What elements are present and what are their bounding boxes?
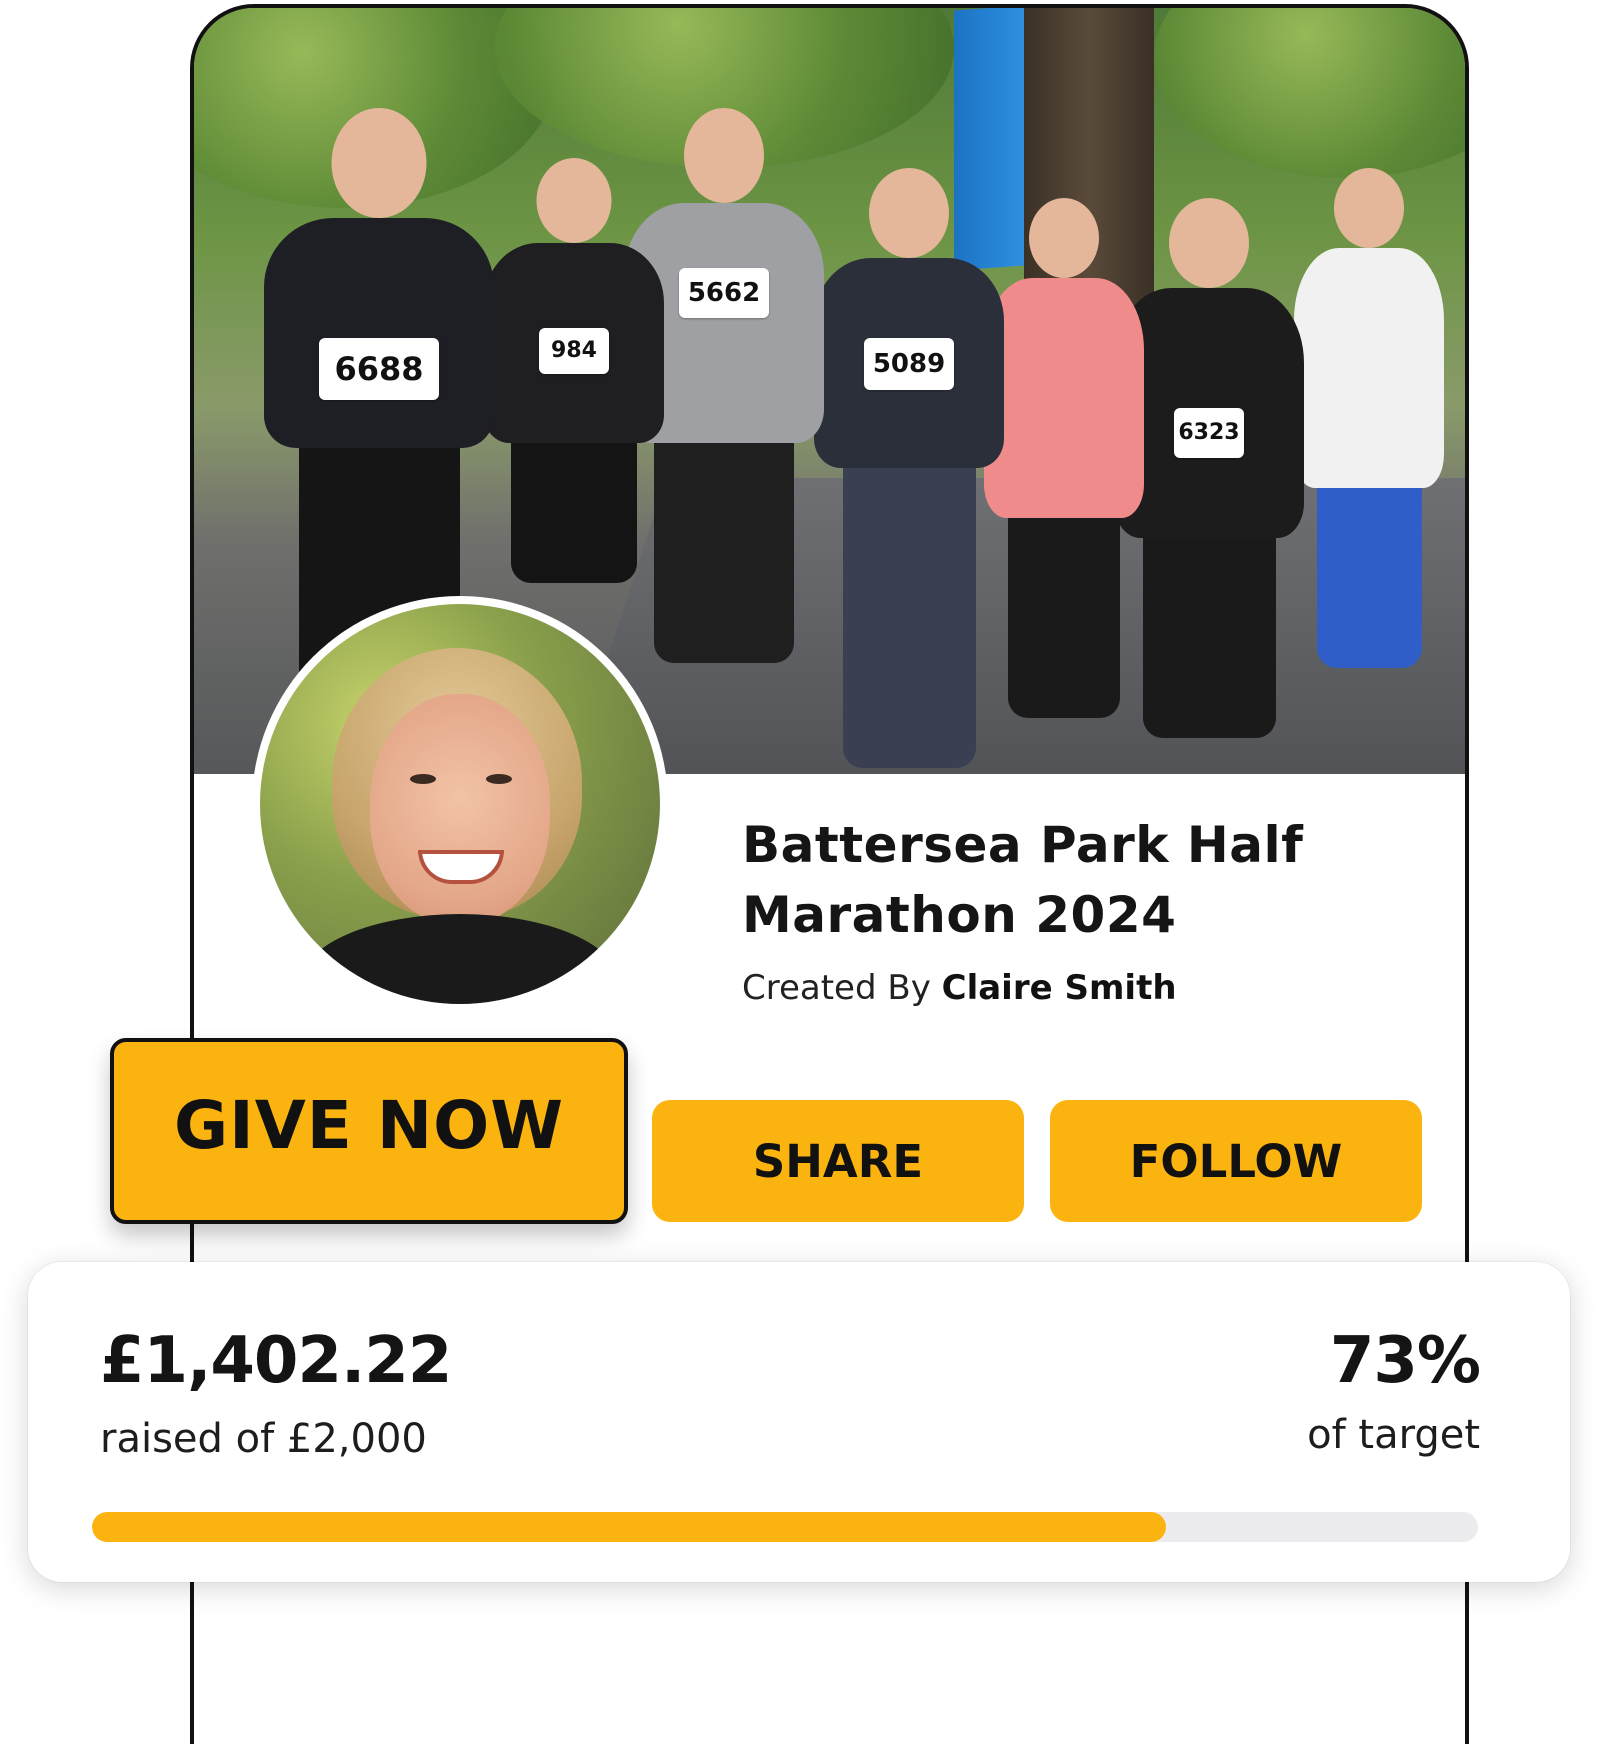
race-bib: 6688	[319, 338, 439, 400]
race-bib: 5089	[864, 338, 954, 390]
race-bib: 984	[539, 328, 609, 374]
fundraising-progress-card: £1,402.22 raised of £2,000 73% of target	[28, 1262, 1570, 1582]
campaign-title: Battersea Park Half Marathon 2024	[742, 816, 1304, 944]
share-button[interactable]: SHARE	[652, 1100, 1024, 1222]
percent-of-target: 73%	[1329, 1324, 1481, 1398]
give-now-button[interactable]: GIVE NOW	[110, 1038, 628, 1224]
created-by-label: Created By	[742, 968, 931, 1008]
race-bib: 6323	[1174, 408, 1244, 458]
tree-foliage	[1154, 8, 1465, 178]
runner	[984, 198, 1144, 758]
progress-bar	[92, 1512, 1478, 1542]
race-bib: 5662	[679, 268, 769, 318]
created-by: Created By Claire Smith	[742, 968, 1177, 1008]
creator-avatar	[252, 596, 668, 1012]
runner	[1294, 168, 1444, 728]
runner: 5089	[814, 168, 1004, 768]
raised-of-target: raised of £2,000	[100, 1416, 427, 1462]
raised-amount: £1,402.22	[100, 1324, 452, 1398]
follow-button[interactable]: FOLLOW	[1050, 1100, 1422, 1222]
creator-name[interactable]: Claire Smith	[942, 968, 1177, 1008]
percent-label: of target	[1307, 1412, 1480, 1458]
progress-bar-fill	[92, 1512, 1167, 1542]
